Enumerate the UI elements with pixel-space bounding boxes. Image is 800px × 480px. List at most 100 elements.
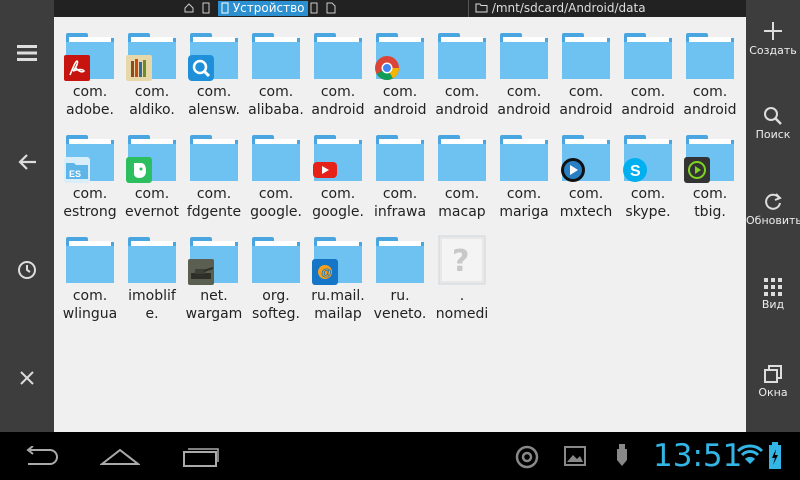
folder-item[interactable]: com. android bbox=[679, 29, 741, 119]
folder-item[interactable]: com. macap bbox=[431, 131, 493, 221]
menu-icon bbox=[17, 45, 37, 61]
folder-icon bbox=[622, 29, 674, 81]
folder-item[interactable]: com. evernot bbox=[121, 131, 183, 221]
windows-button[interactable]: Окна bbox=[746, 364, 800, 424]
current-path[interactable]: /mnt/sdcard/Android/data bbox=[468, 0, 747, 17]
folder-name-line2: android bbox=[621, 102, 675, 118]
folder-icon bbox=[498, 131, 550, 183]
folder-icon bbox=[312, 29, 364, 81]
close-button[interactable] bbox=[0, 351, 54, 405]
folder-item[interactable]: @ ru.mail. mailap bbox=[307, 233, 369, 323]
view-label: Вид bbox=[761, 298, 785, 311]
create-button[interactable]: Создать bbox=[746, 20, 800, 80]
view-button[interactable]: Вид bbox=[746, 278, 800, 338]
folder-name-line2: alensw. bbox=[188, 102, 240, 118]
folder-name-line1: com. bbox=[134, 84, 170, 100]
folder-name-line2: google. bbox=[250, 204, 302, 220]
folder-item[interactable]: com. android bbox=[555, 29, 617, 119]
folder-name-line2: google. bbox=[312, 204, 364, 220]
home-icon[interactable] bbox=[100, 446, 140, 466]
folder-icon bbox=[126, 131, 178, 183]
folder-item[interactable]: ?. nomedi bbox=[431, 233, 493, 323]
plus-icon bbox=[764, 22, 782, 40]
search-button[interactable]: Поиск bbox=[746, 106, 800, 166]
folder-name-line2: wlingua bbox=[62, 306, 118, 322]
recent-apps-icon[interactable] bbox=[182, 444, 220, 468]
folder-name-line2: estrong bbox=[63, 204, 117, 220]
folder-name-line2: evernot bbox=[125, 204, 179, 220]
folder-item[interactable]: com. mxtech bbox=[555, 131, 617, 221]
phone-icon[interactable] bbox=[310, 2, 318, 14]
tank-game-icon bbox=[188, 259, 214, 285]
folder-name-line1: com. bbox=[630, 84, 666, 100]
windows-icon bbox=[764, 365, 782, 383]
folder-item[interactable]: Scom. skype. bbox=[617, 131, 679, 221]
refresh-button[interactable]: Обновить bbox=[746, 192, 800, 252]
folder-item[interactable]: com. adobe. bbox=[59, 29, 121, 119]
folder-icon: ES bbox=[64, 131, 116, 183]
folder-name-line2: e. bbox=[145, 306, 159, 322]
folder-item[interactable]: com. android bbox=[617, 29, 679, 119]
svg-text:S: S bbox=[630, 163, 641, 180]
folder-item[interactable]: com. aldiko. bbox=[121, 29, 183, 119]
folder-item[interactable]: com. fdgente bbox=[183, 131, 245, 221]
folder-item[interactable]: com. android bbox=[431, 29, 493, 119]
folder-icon bbox=[250, 233, 302, 285]
create-label: Создать bbox=[749, 44, 797, 57]
folder-name-line2: mxtech bbox=[559, 204, 613, 220]
folder-icon bbox=[684, 131, 736, 183]
folder-name-line2: aldiko. bbox=[129, 102, 175, 118]
folder-icon bbox=[188, 233, 240, 285]
folder-item[interactable]: com. google. bbox=[307, 131, 369, 221]
folder-item[interactable]: com. tbig. bbox=[679, 131, 741, 221]
refresh-icon bbox=[765, 193, 782, 210]
menu-button[interactable] bbox=[0, 26, 54, 80]
search-icon bbox=[764, 107, 782, 125]
folder-icon bbox=[436, 29, 488, 81]
folder-icon bbox=[436, 131, 488, 183]
folder-item[interactable]: com. android bbox=[493, 29, 555, 119]
folder-name-line1: org. bbox=[262, 288, 290, 304]
folder-name-line1: com. bbox=[506, 186, 542, 202]
folder-item[interactable]: com. android bbox=[307, 29, 369, 119]
status-clock: 13:51 bbox=[653, 438, 743, 474]
books-icon bbox=[126, 55, 152, 81]
folder-item[interactable]: ES com. estrong bbox=[59, 131, 121, 221]
folder-item[interactable]: ru. veneto. bbox=[369, 233, 431, 323]
folder-name-line2: alibaba. bbox=[248, 102, 304, 118]
folder-item[interactable]: com. google. bbox=[245, 131, 307, 221]
folder-item[interactable]: net. wargam bbox=[183, 233, 245, 323]
at-sign-icon bbox=[515, 445, 539, 469]
folder-item[interactable]: com. mariga bbox=[493, 131, 555, 221]
svg-text:ES: ES bbox=[69, 169, 81, 179]
folder-icon bbox=[374, 131, 426, 183]
folder-name-line2: macap bbox=[438, 204, 486, 220]
folder-item[interactable]: com. infrawa bbox=[369, 131, 431, 221]
right-toolbar: Создать Поиск Обновить Вид Окна bbox=[746, 0, 800, 432]
sd-card-icon[interactable] bbox=[326, 2, 336, 14]
back-nav-button[interactable] bbox=[0, 135, 54, 189]
phone-icon bbox=[221, 2, 229, 14]
home-icon[interactable] bbox=[184, 3, 194, 13]
folder-item[interactable]: org. softeg. bbox=[245, 233, 307, 323]
folder-name-line2: mariga bbox=[499, 204, 549, 220]
folder-icon bbox=[188, 131, 240, 183]
folder-name-line1: com. bbox=[196, 84, 232, 100]
folder-item[interactable]: com. android bbox=[369, 29, 431, 119]
folder-item[interactable]: com. alensw. bbox=[183, 29, 245, 119]
folder-item[interactable]: com. wlingua bbox=[59, 233, 121, 323]
folder-item[interactable]: com. alibaba. bbox=[245, 29, 307, 119]
folder-icon bbox=[475, 3, 488, 13]
pdf-icon bbox=[64, 55, 90, 81]
usb-icon bbox=[617, 444, 627, 466]
device-tab[interactable]: Устройство bbox=[218, 1, 308, 16]
folder-name-line2: softeg. bbox=[252, 306, 300, 322]
folder-icon: @ bbox=[312, 233, 364, 285]
back-icon[interactable] bbox=[22, 446, 60, 468]
history-button[interactable] bbox=[0, 243, 54, 297]
folder-icon bbox=[250, 131, 302, 183]
phone-icon[interactable] bbox=[202, 2, 210, 14]
battery-charging-icon bbox=[769, 442, 781, 469]
folder-item[interactable]: imoblif e. bbox=[121, 233, 183, 323]
refresh-label: Обновить bbox=[746, 214, 800, 227]
